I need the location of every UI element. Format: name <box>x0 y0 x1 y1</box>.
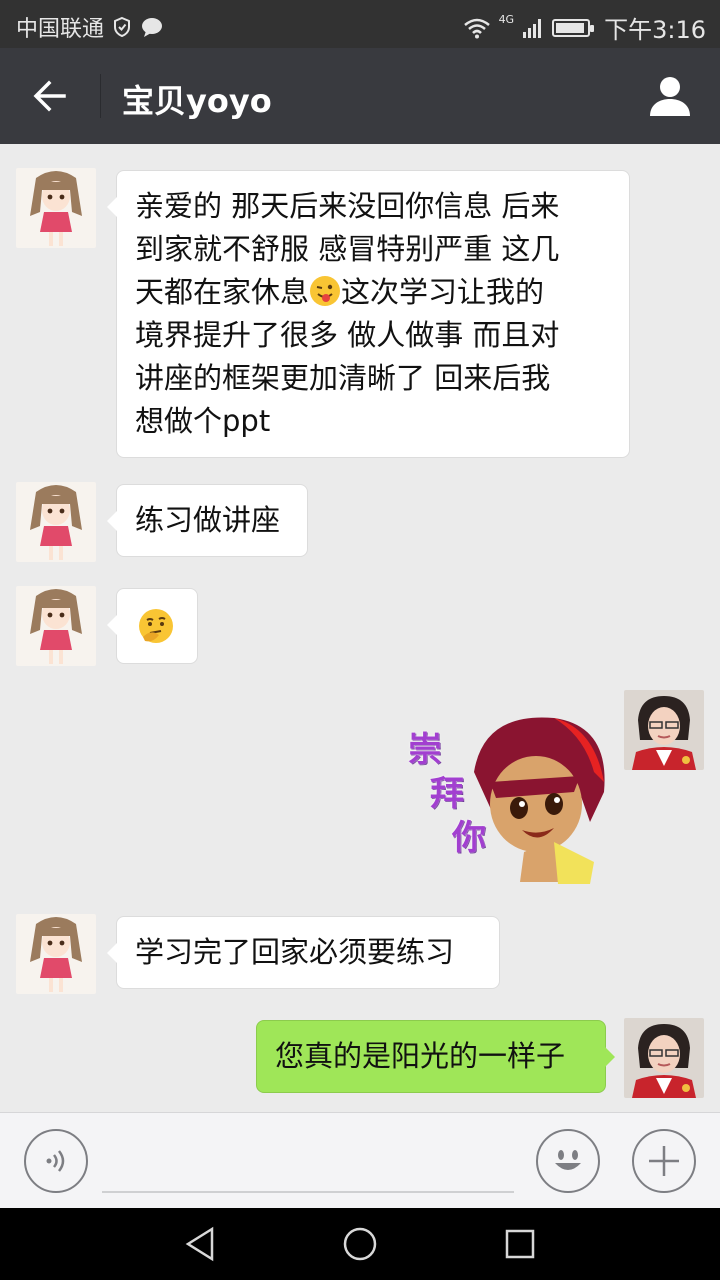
contact-avatar[interactable] <box>16 482 96 562</box>
message-bubble-contact[interactable]: 练习做讲座 <box>107 484 308 557</box>
message-bubble-contact[interactable] <box>107 588 198 664</box>
contact-avatar[interactable] <box>16 168 96 248</box>
woman-photo-avatar-icon <box>624 690 704 770</box>
nav-back-button[interactable] <box>176 1222 224 1266</box>
contact-avatar[interactable] <box>16 586 96 666</box>
title-divider <box>100 74 101 118</box>
system-nav-bar <box>0 1208 720 1280</box>
anime-girl-avatar-icon <box>16 168 96 248</box>
nav-recents-button[interactable] <box>496 1222 544 1266</box>
chat-info-button[interactable] <box>642 70 698 122</box>
sticker-message[interactable]: 崇 拜 你 <box>404 712 610 884</box>
circle-home-icon <box>343 1227 377 1261</box>
square-recents-icon <box>505 1229 535 1259</box>
emoji-button[interactable] <box>536 1129 600 1193</box>
message-text: 学习完了回家必须要练习 <box>135 935 455 969</box>
message-line: 到家就不舒服 感冒特别严重 这几 <box>135 232 560 266</box>
more-button[interactable] <box>632 1129 696 1193</box>
nav-home-button[interactable] <box>336 1222 384 1266</box>
arrow-left-icon <box>33 80 66 112</box>
battery-icon <box>552 18 595 37</box>
title-bar: 宝贝yoyo <box>0 48 720 144</box>
my-avatar[interactable] <box>624 690 704 770</box>
message-line: 亲爱的 那天后来没回你信息 后来 <box>135 189 560 223</box>
message-line: 讲座的框架更加清晰了 回来后我 <box>135 361 551 395</box>
anime-girl-avatar-icon <box>16 586 96 666</box>
message-bubble-contact[interactable]: 学习完了回家必须要练习 <box>107 916 500 989</box>
chat-title: 宝贝yoyo <box>122 82 272 120</box>
message-bubble-contact[interactable]: 亲爱的 那天后来没回你信息 后来 到家就不舒服 感冒特别严重 这几 天都在家休息… <box>107 170 630 458</box>
network-type-label: 4G <box>498 13 515 26</box>
voice-icon <box>46 1150 65 1172</box>
chat-bubble-icon <box>142 18 163 37</box>
my-avatar[interactable] <box>624 1018 704 1098</box>
smiley-icon <box>555 1150 581 1170</box>
shield-icon <box>114 16 131 38</box>
message-line: 这次学习让我的 <box>341 275 545 309</box>
chat-message-list[interactable]: 亲爱的 那天后来没回你信息 后来 到家就不舒服 感冒特别严重 这几 天都在家休息… <box>0 144 720 1112</box>
contact-avatar[interactable] <box>16 914 96 994</box>
sticker-text: 崇 拜 你 <box>408 730 486 858</box>
person-icon <box>650 77 690 116</box>
plus-icon <box>649 1146 679 1176</box>
back-button[interactable] <box>22 70 78 122</box>
winking-tongue-emoji-icon <box>310 276 341 306</box>
message-text: 练习做讲座 <box>135 503 281 537</box>
anime-girl-avatar-icon <box>16 914 96 994</box>
carrier-label: 中国联通 <box>16 17 105 42</box>
woman-photo-avatar-icon <box>624 1018 704 1098</box>
status-bar: 中国联通 4G 下午3:16 <box>0 0 720 48</box>
input-bar <box>0 1112 720 1208</box>
message-line: 想做个ppt <box>135 404 271 438</box>
anime-girl-avatar-icon <box>16 482 96 562</box>
wifi-icon <box>463 18 490 38</box>
signal-icon <box>523 18 542 38</box>
status-time: 下午3:16 <box>604 16 706 44</box>
message-bubble-me[interactable]: 您真的是阳光的一样子 <box>256 1020 615 1093</box>
triangle-back-icon <box>185 1226 214 1262</box>
thinking-face-emoji-icon <box>139 609 173 643</box>
message-line: 境界提升了很多 做人做事 而且对 <box>135 318 560 352</box>
message-text: 您真的是阳光的一样子 <box>275 1039 566 1073</box>
message-input[interactable] <box>102 1191 514 1193</box>
message-line: 天都在家休息 <box>135 275 310 309</box>
voice-button[interactable] <box>24 1129 88 1193</box>
